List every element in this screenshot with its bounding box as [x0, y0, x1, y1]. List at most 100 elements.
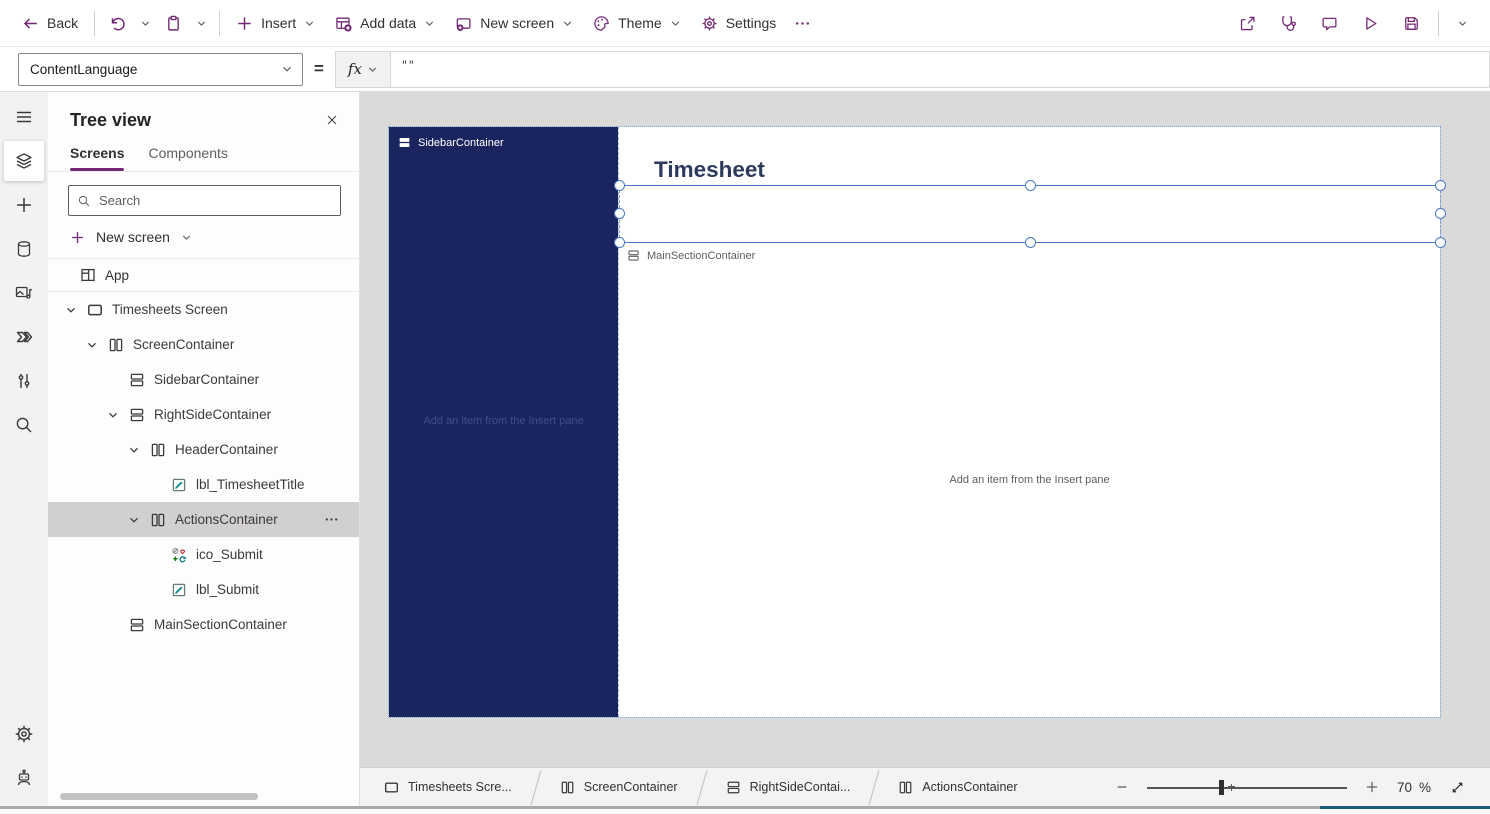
more-options-button[interactable] — [319, 508, 343, 532]
paste-button[interactable] — [157, 6, 190, 40]
save-button[interactable] — [1391, 6, 1432, 40]
tree-item-lbl_timesheettitle[interactable]: lbl_TimesheetTitle — [48, 467, 359, 502]
screen-canvas[interactable]: SidebarContainer Add an item from the In… — [388, 126, 1446, 718]
actions-container-selection[interactable] — [614, 180, 1446, 248]
tab-screens[interactable]: Screens — [70, 145, 125, 171]
tree-view-tabs: Screens Components — [48, 137, 359, 172]
tree-item-label: lbl_TimesheetTitle — [196, 477, 305, 492]
rail-insert-button[interactable] — [2, 183, 46, 227]
app-checker-button[interactable] — [1268, 6, 1309, 40]
new-screen-tree-button[interactable]: New screen — [70, 223, 339, 251]
resize-handle[interactable] — [614, 208, 625, 219]
resize-handle[interactable] — [1025, 180, 1036, 191]
save-menu-button[interactable] — [1445, 6, 1480, 40]
tree-item-app[interactable]: App — [48, 258, 359, 292]
container-h-icon — [150, 442, 166, 458]
flow-icon — [14, 327, 34, 347]
resize-handle[interactable] — [1435, 180, 1446, 191]
save-icon — [1403, 15, 1420, 32]
tree-item-ico_submit[interactable]: ico_Submit — [48, 537, 359, 572]
tree-item-lbl_submit[interactable]: lbl_Submit — [48, 572, 359, 607]
rail-advanced-settings-button[interactable] — [2, 712, 46, 756]
breadcrumb-separator — [694, 768, 710, 806]
fx-dropdown-button[interactable]: fx — [334, 50, 391, 88]
timesheet-title-label[interactable]: Timesheet — [654, 157, 765, 183]
zoom-in-button[interactable] — [1362, 777, 1382, 797]
breadcrumb-label: ScreenContainer — [583, 780, 678, 794]
rail-variables-button[interactable] — [2, 359, 46, 403]
tree-item-rightsidecontainer[interactable]: RightSideContainer — [48, 397, 359, 432]
expand-chevron-slot[interactable] — [86, 339, 108, 351]
resize-handle[interactable] — [1435, 208, 1446, 219]
settings-button[interactable]: Settings — [691, 6, 787, 40]
resize-handle[interactable] — [614, 237, 625, 248]
label-icon — [171, 477, 187, 493]
chevron-down-icon — [181, 232, 192, 243]
rail-virtual-agent-button[interactable] — [2, 756, 46, 800]
sidebar-container[interactable]: SidebarContainer Add an item from the In… — [389, 127, 618, 717]
property-selector-dropdown[interactable]: ContentLanguage — [18, 52, 303, 86]
fx-icon: fx — [347, 60, 362, 78]
tree-item-mainsectioncontainer[interactable]: MainSectionContainer — [48, 607, 359, 642]
close-icon — [325, 113, 339, 127]
preview-app-button[interactable] — [1350, 6, 1391, 40]
expand-chevron-slot[interactable] — [128, 514, 150, 526]
resize-handle[interactable] — [1025, 237, 1036, 248]
chevron-down-icon — [65, 304, 77, 316]
breadcrumb-item[interactable]: ActionsContainer — [882, 768, 1033, 806]
paste-menu-button[interactable] — [190, 6, 213, 40]
breadcrumb-item[interactable]: Timesheets Scre... — [368, 768, 528, 806]
fit-to-window-button[interactable] — [1446, 776, 1468, 798]
resize-handle[interactable] — [1435, 237, 1446, 248]
rail-menu-button[interactable] — [2, 95, 46, 139]
back-button-label: Back — [47, 15, 79, 31]
share-button[interactable] — [1227, 6, 1268, 40]
undo-button[interactable] — [101, 6, 134, 40]
add-data-button-label: Add data — [360, 15, 417, 31]
variables-icon — [14, 371, 34, 391]
chevron-down-icon — [424, 18, 435, 29]
comments-button[interactable] — [1309, 6, 1350, 40]
share-icon — [1239, 15, 1256, 32]
container-v-icon — [129, 407, 145, 423]
rail-tree-view-button[interactable] — [4, 141, 44, 181]
tree-item-actionscontainer[interactable]: ActionsContainer — [48, 502, 359, 537]
theme-button[interactable]: Theme — [583, 6, 691, 40]
rail-media-button[interactable] — [2, 271, 46, 315]
tree-item-screencontainer[interactable]: ScreenContainer — [48, 327, 359, 362]
rail-power-automate-button[interactable] — [2, 315, 46, 359]
search-input[interactable] — [99, 193, 332, 208]
rail-search-button[interactable] — [2, 403, 46, 447]
canvas-workspace: SidebarContainer Add an item from the In… — [360, 92, 1490, 767]
tree-horizontal-scrollbar[interactable] — [60, 793, 258, 800]
insert-button[interactable]: Insert — [226, 6, 325, 40]
tab-components[interactable]: Components — [148, 145, 227, 171]
more-commands-button[interactable] — [786, 6, 819, 40]
paste-icon — [165, 15, 182, 32]
add-data-button[interactable]: Add data — [325, 6, 445, 40]
expand-chevron-slot[interactable] — [128, 444, 150, 456]
breadcrumb-item[interactable]: ScreenContainer — [544, 768, 694, 806]
undo-menu-button[interactable] — [134, 6, 157, 40]
zoom-out-button[interactable] — [1112, 777, 1132, 797]
chevron-down-icon — [107, 409, 119, 421]
rail-data-button[interactable] — [2, 227, 46, 271]
tree-item-sidebarcontainer[interactable]: SidebarContainer — [48, 362, 359, 397]
breadcrumb-item[interactable]: RightSideContai... — [710, 768, 867, 806]
zoom-slider-thumb[interactable] — [1218, 779, 1224, 795]
tree-item-timesheets screen[interactable]: Timesheets Screen — [48, 292, 359, 327]
new-screen-button[interactable]: New screen — [445, 6, 583, 40]
formula-input[interactable]: "" — [390, 50, 1490, 88]
resize-handle[interactable] — [614, 180, 625, 191]
tree-rows: Timesheets Screen ScreenContainer SidebarC… — [48, 292, 359, 642]
zoom-slider[interactable] — [1146, 779, 1347, 795]
expand-chevron-slot[interactable] — [65, 304, 87, 316]
expand-chevron-slot[interactable] — [107, 409, 129, 421]
command-bar-left: Back Insert Add data New screen Theme Setting… — [12, 0, 819, 46]
tree-item-headercontainer[interactable]: HeaderContainer — [48, 432, 359, 467]
close-panel-button[interactable] — [317, 105, 347, 135]
property-selector-value: ContentLanguage — [30, 61, 138, 77]
rightside-container[interactable]: Timesheet MainSectionContainer Add an it… — [614, 127, 1446, 717]
container-h-icon — [898, 780, 913, 795]
back-button[interactable]: Back — [12, 6, 88, 40]
